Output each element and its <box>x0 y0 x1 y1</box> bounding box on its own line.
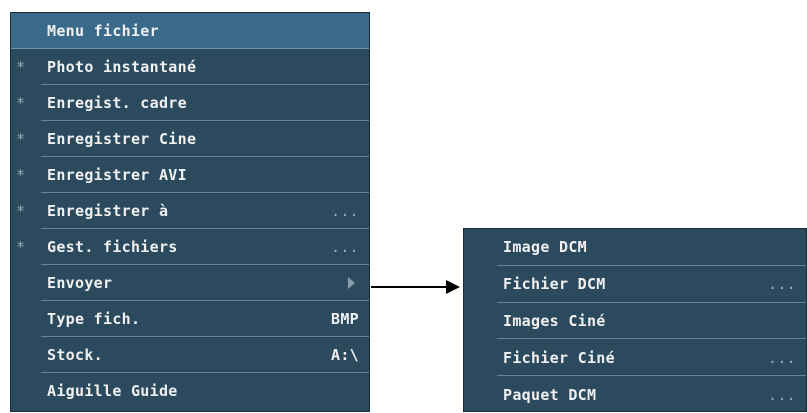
triangle-right-icon <box>348 277 355 289</box>
menu-item-label: Enregist. cadre <box>47 94 187 112</box>
submenu-item-label: Fichier DCM <box>503 275 606 294</box>
menu-item-stock[interactable]: Stock. A:\ <box>11 337 369 373</box>
more-options-ellipsis: ... <box>768 385 796 404</box>
menu-item-label: Photo instantané <box>47 58 197 76</box>
menu-item-enregist-cadre[interactable]: * Enregist. cadre <box>11 85 369 121</box>
menu-item-envoyer[interactable]: Envoyer <box>11 265 369 301</box>
menu-item-type-fich[interactable]: Type fich. BMP <box>11 301 369 337</box>
submenu-item-fichier-cine[interactable]: Fichier Ciné ... <box>464 339 806 377</box>
menu-item-label: Stock. <box>47 346 103 364</box>
more-options-ellipsis: ... <box>331 202 359 220</box>
menu-item-enregistrer-cine[interactable]: * Enregistrer Cine <box>11 121 369 157</box>
more-options-ellipsis: ... <box>768 275 796 294</box>
menu-item-enregistrer-a[interactable]: * Enregistrer à ... <box>11 193 369 229</box>
menu-item-label: Enregistrer à <box>47 202 169 220</box>
menu-item-aiguille-guide[interactable]: Aiguille Guide <box>11 373 369 409</box>
menu-item-label: Envoyer <box>47 274 113 292</box>
send-submenu: Image DCM Fichier DCM ... Images Ciné Fi… <box>463 228 807 412</box>
submenu-item-label: Fichier Ciné <box>503 348 615 367</box>
menu-item-enregistrer-avi[interactable]: * Enregistrer AVI <box>11 157 369 193</box>
submenu-item-fichier-dcm[interactable]: Fichier DCM ... <box>464 266 806 303</box>
menu-item-label: Type fich. <box>47 310 141 328</box>
file-menu: Menu fichier * Photo instantané * Enregi… <box>10 12 370 412</box>
menu-title: Menu fichier <box>11 13 369 49</box>
asterisk-icon: * <box>16 58 26 76</box>
submenu-item-paquet-dcm[interactable]: Paquet DCM ... <box>464 376 806 413</box>
menu-item-label: Enregistrer Cine <box>47 130 197 148</box>
menu-item-label: Aiguille Guide <box>47 382 178 400</box>
menu-title-label: Menu fichier <box>47 22 159 40</box>
submenu-item-label: Paquet DCM <box>503 385 597 404</box>
asterisk-icon: * <box>16 94 26 112</box>
asterisk-icon: * <box>16 130 26 148</box>
menu-item-gest-fichiers[interactable]: * Gest. fichiers ... <box>11 229 369 265</box>
submenu-item-image-dcm[interactable]: Image DCM <box>464 229 806 266</box>
submenu-item-images-cine[interactable]: Images Ciné <box>464 303 806 340</box>
file-type-value: BMP <box>331 310 359 328</box>
submenu-item-label: Images Ciné <box>503 311 606 330</box>
asterisk-icon: * <box>16 238 26 256</box>
arrow-right-icon <box>446 280 460 294</box>
asterisk-icon: * <box>16 202 26 220</box>
menu-item-photo-instantane[interactable]: * Photo instantané <box>11 49 369 85</box>
menu-item-label: Enregistrer AVI <box>47 166 187 184</box>
more-options-ellipsis: ... <box>768 348 796 367</box>
connector-line <box>371 286 447 288</box>
more-options-ellipsis: ... <box>331 238 359 256</box>
storage-drive-value: A:\ <box>331 346 359 364</box>
asterisk-icon: * <box>16 166 26 184</box>
submenu-item-label: Image DCM <box>503 238 587 257</box>
menu-item-label: Gest. fichiers <box>47 238 178 256</box>
